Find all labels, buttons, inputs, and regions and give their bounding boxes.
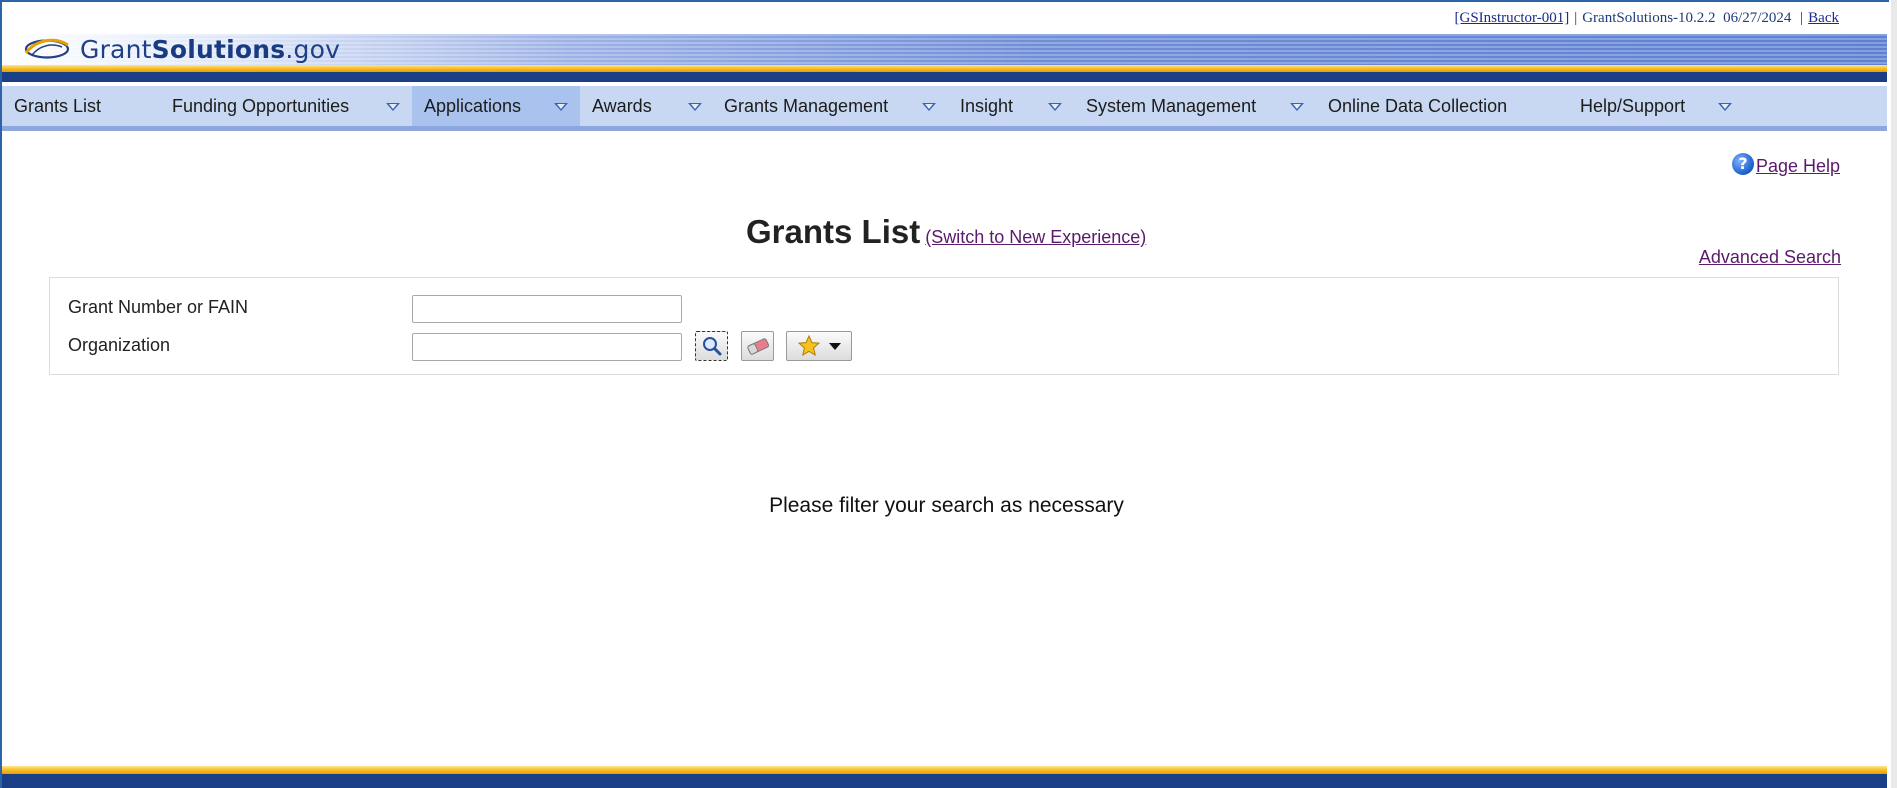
dropdown-arrow-icon[interactable]	[922, 103, 936, 111]
empty-results-message: Please filter your search as necessary	[769, 494, 1124, 517]
main-nav: Grants List Funding Opportunities Applic…	[2, 86, 1887, 131]
help-icon[interactable]: ?	[1732, 152, 1754, 175]
nav-awards[interactable]: Awards	[580, 86, 712, 126]
nav-label: Grants List	[14, 95, 102, 116]
logo-text: GrantSolutions.gov	[80, 34, 341, 64]
favorites-dropdown-button[interactable]	[786, 331, 852, 361]
nav-label: Insight	[960, 95, 1014, 116]
dropdown-arrow-icon[interactable]	[1290, 103, 1304, 111]
chevron-down-icon	[829, 342, 841, 350]
back-link[interactable]: Back	[1808, 10, 1839, 26]
switch-experience-link[interactable]: (Switch to New Experience)	[925, 227, 1146, 248]
logo-swoosh-icon	[24, 38, 70, 59]
magnifier-icon	[702, 337, 721, 356]
search-button[interactable]	[695, 331, 728, 361]
nav-label: Awards	[592, 95, 652, 116]
nav-applications[interactable]: Applications	[412, 86, 580, 126]
organization-label: Organization	[68, 335, 171, 355]
advanced-search-link[interactable]: Advanced Search	[1699, 247, 1841, 268]
dropdown-arrow-icon[interactable]	[554, 103, 568, 111]
grant-number-label: Grant Number or FAIN	[68, 297, 249, 317]
utility-bar: [GSInstructor-001] | GrantSolutions-10.2.2…	[2, 2, 1887, 34]
page-help-link[interactable]: Page Help	[1756, 156, 1840, 177]
nav-label: Grants Management	[724, 95, 889, 116]
dropdown-arrow-icon[interactable]	[386, 103, 400, 111]
dropdown-arrow-icon[interactable]	[1718, 103, 1732, 111]
nav-grants-management[interactable]: Grants Management	[712, 86, 948, 126]
filter-panel: Grant Number or FAIN Organization	[49, 277, 1839, 375]
page-help[interactable]: ? Page Help	[1732, 150, 1840, 177]
star-icon	[797, 334, 821, 357]
grant-number-input[interactable]	[412, 295, 682, 323]
nav-funding-opportunities[interactable]: Funding Opportunities	[160, 86, 412, 126]
nav-label: Funding Opportunities	[172, 95, 350, 116]
nav-help-support[interactable]: Help/Support	[1568, 86, 1758, 126]
nav-grants-list[interactable]: Grants List	[2, 86, 160, 126]
footer-navy-stripe	[2, 774, 1887, 788]
organization-input[interactable]	[412, 333, 682, 361]
banner-navy-stripe	[2, 72, 1887, 82]
grantsolutions-logo[interactable]: GrantSolutions.gov	[22, 34, 340, 64]
utility-links: [GSInstructor-001] | GrantSolutions-10.2.2…	[1455, 10, 1839, 27]
user-link[interactable]: [GSInstructor-001]	[1455, 10, 1570, 26]
date-text: 06/27/2024	[1723, 10, 1792, 26]
nav-label: Applications	[424, 95, 522, 116]
nav-online-data-collection[interactable]: Online Data Collection	[1316, 86, 1568, 126]
banner-gold-stripe	[2, 65, 1887, 72]
clear-button[interactable]	[741, 331, 774, 361]
window-edge	[1891, 0, 1897, 788]
header-banner: GrantSolutions.gov	[2, 34, 1887, 82]
dropdown-arrow-icon[interactable]	[688, 103, 702, 111]
nav-label: System Management	[1086, 95, 1257, 116]
nav-system-management[interactable]: System Management	[1074, 86, 1316, 126]
title-row: Grants List (Switch to New Experience)	[746, 213, 1146, 251]
version-text: GrantSolutions-10.2.2	[1582, 10, 1716, 26]
page-title: Grants List	[746, 213, 921, 250]
eraser-icon	[746, 338, 769, 355]
nav-label: Online Data Collection	[1328, 95, 1508, 116]
nav-insight[interactable]: Insight	[948, 86, 1074, 126]
footer-gold-stripe	[2, 766, 1887, 774]
nav-label: Help/Support	[1580, 95, 1686, 116]
separator: |	[1796, 10, 1804, 26]
separator: |	[1574, 10, 1578, 26]
dropdown-arrow-icon[interactable]	[1048, 103, 1062, 111]
